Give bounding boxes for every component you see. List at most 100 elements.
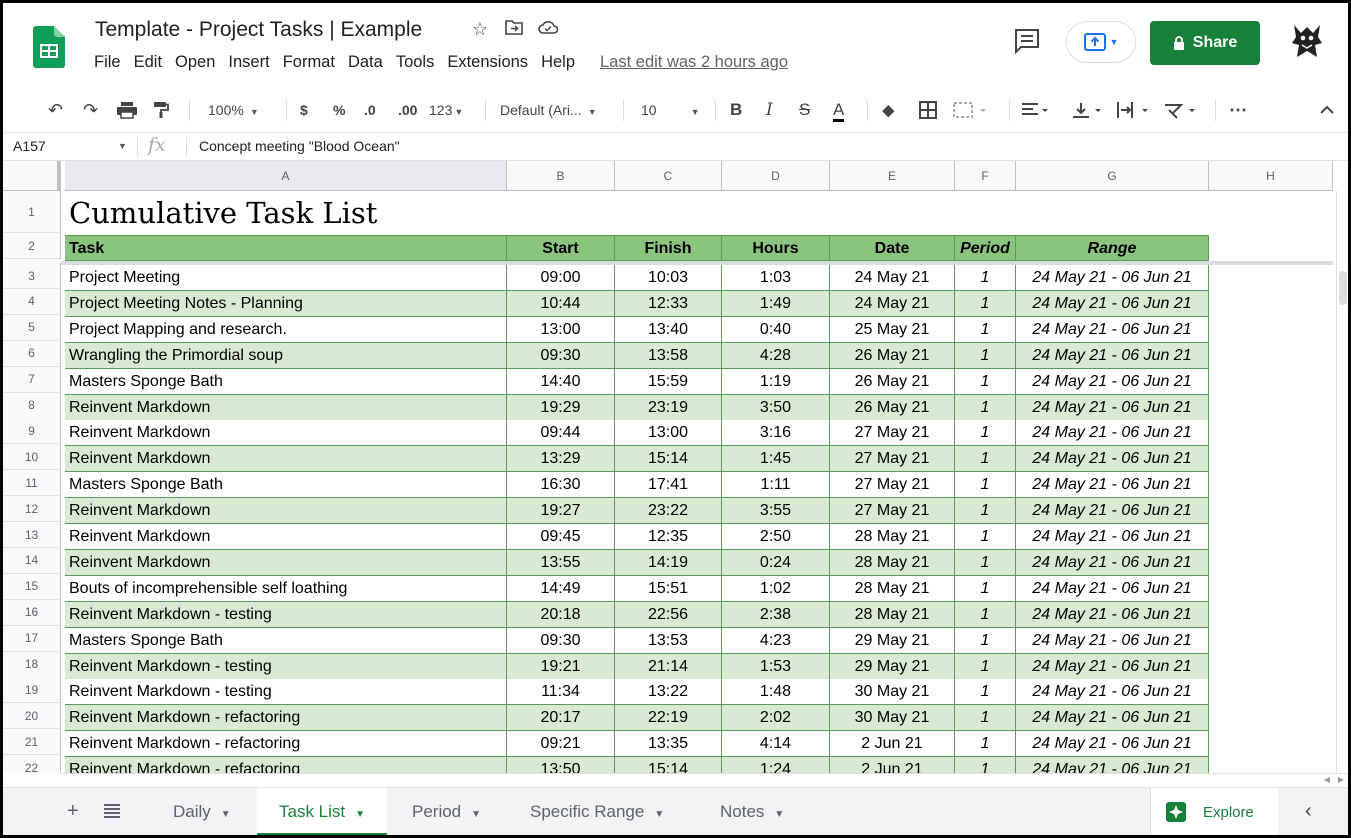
cell-date[interactable]: 24 May 21 bbox=[830, 290, 955, 317]
cell-period[interactable]: 1 bbox=[955, 290, 1016, 317]
name-box[interactable]: A157 bbox=[13, 138, 46, 154]
chevron-down-icon[interactable]: ▼ bbox=[471, 809, 481, 820]
cell-start[interactable]: 09:45 bbox=[507, 524, 615, 550]
cell-task[interactable]: Reinvent Markdown - refactoring bbox=[65, 705, 507, 732]
cell-finish[interactable]: 22:19 bbox=[615, 705, 722, 732]
cell-task[interactable]: Bouts of incomprehensible self loathing bbox=[65, 575, 507, 602]
column-header-f[interactable]: F bbox=[955, 161, 1016, 191]
cloud-status-icon[interactable] bbox=[538, 17, 559, 41]
tab-specific-range[interactable]: Specific Range ▼ bbox=[508, 788, 686, 835]
menu-file[interactable]: File bbox=[94, 53, 121, 72]
cell-task[interactable]: Reinvent Markdown bbox=[65, 524, 507, 550]
row-number[interactable]: 10 bbox=[3, 444, 61, 471]
cell-date[interactable]: 27 May 21 bbox=[830, 498, 955, 525]
comment-history-icon[interactable] bbox=[1013, 28, 1041, 55]
cell-start[interactable]: 09:21 bbox=[507, 731, 615, 758]
row-number[interactable]: 21 bbox=[3, 729, 61, 756]
cell-finish[interactable]: 13:40 bbox=[615, 316, 722, 343]
cell-task[interactable]: Masters Sponge Bath bbox=[65, 472, 507, 499]
cell-finish[interactable]: 21:14 bbox=[615, 653, 722, 680]
cell-period[interactable]: 1 bbox=[955, 472, 1016, 499]
cell-period[interactable]: 1 bbox=[955, 524, 1016, 550]
bold-button[interactable]: B bbox=[730, 87, 742, 133]
cell-period[interactable]: 1 bbox=[955, 420, 1016, 447]
scroll-thumb[interactable] bbox=[1339, 271, 1347, 305]
borders-icon[interactable] bbox=[919, 101, 937, 119]
header-cell-start[interactable]: Start bbox=[507, 235, 615, 261]
cell-range[interactable]: 24 May 21 - 06 Jun 21 bbox=[1016, 575, 1209, 602]
cell-period[interactable]: 1 bbox=[955, 316, 1016, 343]
sheet-title[interactable]: Cumulative Task List bbox=[65, 191, 507, 233]
fill-color-icon[interactable]: ⬥ bbox=[882, 87, 895, 133]
cell-finish[interactable]: 12:33 bbox=[615, 290, 722, 317]
cell-hours[interactable]: 1:11 bbox=[722, 472, 830, 499]
cell-range[interactable]: 24 May 21 - 06 Jun 21 bbox=[1016, 705, 1209, 732]
chevron-down-icon[interactable]: ▼ bbox=[355, 809, 365, 820]
cell-period[interactable]: 1 bbox=[955, 653, 1016, 680]
tab-period[interactable]: Period ▼ bbox=[390, 788, 503, 835]
cell-date[interactable]: 27 May 21 bbox=[830, 472, 955, 499]
menu-insert[interactable]: Insert bbox=[228, 53, 269, 72]
row-number[interactable]: 16 bbox=[3, 599, 61, 626]
cell-finish[interactable]: 15:59 bbox=[615, 368, 722, 395]
cell-period[interactable]: 1 bbox=[955, 342, 1016, 369]
cell-hours[interactable]: 1:19 bbox=[722, 368, 830, 395]
decrease-decimal-button[interactable]: .0 bbox=[364, 87, 376, 133]
tab-notes[interactable]: Notes ▼ bbox=[698, 788, 806, 835]
add-sheet-icon[interactable]: + bbox=[67, 800, 79, 823]
cell-task[interactable]: Reinvent Markdown bbox=[65, 549, 507, 576]
chevron-down-icon[interactable]: ▼ bbox=[774, 809, 784, 820]
cell-date[interactable]: 26 May 21 bbox=[830, 368, 955, 395]
sheet-grid[interactable]: A B C D E F G H 1 2 3 4 5 6 7 8 9 10 11 12 13 14 15 16 17 18 19 20 2… bbox=[3, 161, 1333, 773]
font-size-select[interactable]: 10 ▼ bbox=[641, 87, 700, 133]
cell-task[interactable]: Masters Sponge Bath bbox=[65, 627, 507, 654]
cell-range[interactable]: 24 May 21 - 06 Jun 21 bbox=[1016, 342, 1209, 369]
cell-period[interactable]: 1 bbox=[955, 368, 1016, 395]
cell-start[interactable]: 10:44 bbox=[507, 290, 615, 317]
all-sheets-icon[interactable] bbox=[103, 802, 121, 825]
cell-date[interactable]: 24 May 21 bbox=[830, 265, 955, 291]
cell-task[interactable]: Project Meeting Notes - Planning bbox=[65, 290, 507, 317]
cell-start[interactable]: 13:55 bbox=[507, 549, 615, 576]
cell-date[interactable]: 28 May 21 bbox=[830, 549, 955, 576]
cell-task[interactable]: Reinvent Markdown - testing bbox=[65, 653, 507, 680]
row-number[interactable]: 2 bbox=[3, 233, 61, 259]
cell-start[interactable]: 09:44 bbox=[507, 420, 615, 447]
cell-start[interactable]: 09:00 bbox=[507, 265, 615, 291]
column-header-d[interactable]: D bbox=[722, 161, 830, 191]
cell-date[interactable]: 27 May 21 bbox=[830, 446, 955, 473]
select-all-corner[interactable] bbox=[3, 161, 61, 191]
horizontal-scrollbar[interactable]: ◀ ▶ bbox=[61, 773, 1348, 787]
cell-hours[interactable]: 0:40 bbox=[722, 316, 830, 343]
cell-start[interactable]: 16:30 bbox=[507, 472, 615, 499]
cell-range[interactable]: 24 May 21 - 06 Jun 21 bbox=[1016, 679, 1209, 706]
cell-task[interactable]: Wrangling the Primordial soup bbox=[65, 342, 507, 369]
cell-finish[interactable]: 23:22 bbox=[615, 498, 722, 525]
avatar[interactable] bbox=[1288, 21, 1326, 61]
text-color-button[interactable]: A bbox=[833, 87, 845, 133]
cell-range[interactable]: 24 May 21 - 06 Jun 21 bbox=[1016, 290, 1209, 317]
cell-date[interactable]: 26 May 21 bbox=[830, 394, 955, 421]
header-cell-hours[interactable]: Hours bbox=[722, 235, 830, 261]
cell-range[interactable]: 24 May 21 - 06 Jun 21 bbox=[1016, 653, 1209, 680]
row-number[interactable]: 17 bbox=[3, 625, 61, 652]
cell-hours[interactable]: 1:03 bbox=[722, 265, 830, 291]
cell-date[interactable]: 25 May 21 bbox=[830, 316, 955, 343]
text-wrapping-icon[interactable] bbox=[1116, 101, 1152, 119]
percent-format-button[interactable]: % bbox=[333, 87, 345, 133]
increase-decimal-button[interactable]: .00 bbox=[398, 87, 417, 133]
vertical-align-icon[interactable] bbox=[1072, 101, 1104, 119]
row-number[interactable]: 8 bbox=[3, 392, 61, 419]
formula-input[interactable]: Concept meeting "Blood Ocean" bbox=[199, 138, 400, 154]
present-button[interactable]: ▼ bbox=[1066, 21, 1136, 63]
row-number[interactable]: 5 bbox=[3, 314, 61, 341]
cell-hours[interactable]: 2:50 bbox=[722, 524, 830, 550]
cell-range[interactable]: 24 May 21 - 06 Jun 21 bbox=[1016, 446, 1209, 473]
zoom-select[interactable]: 100% ▼ bbox=[208, 87, 259, 133]
horizontal-align-icon[interactable] bbox=[1021, 101, 1051, 119]
more-options-icon[interactable]: ⋯ bbox=[1229, 87, 1247, 133]
cell-task[interactable]: Reinvent Markdown - refactoring bbox=[65, 731, 507, 758]
row-number[interactable]: 19 bbox=[3, 677, 61, 704]
cell-date[interactable]: 29 May 21 bbox=[830, 653, 955, 680]
cell-hours[interactable]: 3:50 bbox=[722, 394, 830, 421]
